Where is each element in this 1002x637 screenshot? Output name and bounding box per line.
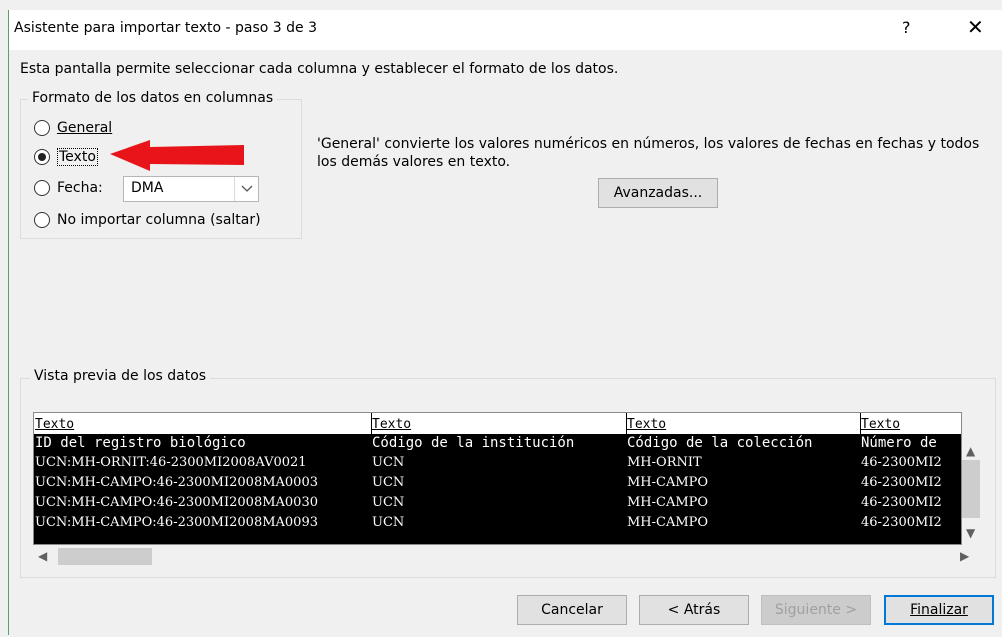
table-cell: 46-2300MI2 [861, 475, 942, 490]
table-cell: MH-CAMPO [627, 475, 709, 490]
vertical-scroll-thumb[interactable] [962, 460, 980, 518]
table-cell: UCN [372, 495, 405, 510]
chevron-down-icon[interactable] [234, 177, 258, 201]
radio-skip[interactable]: No importar columna (saltar) [34, 212, 261, 228]
table-row: UCN:MH-CAMPO:46-2300MI2008MA0003 UCN MH-… [34, 474, 961, 494]
scroll-up-icon[interactable]: ▲ [966, 444, 975, 458]
table-row: ID del registro biológico Código de la i… [34, 434, 961, 454]
radio-texto-circle[interactable] [34, 149, 50, 165]
radio-general-label: General [57, 120, 113, 136]
radio-texto[interactable]: Texto [34, 148, 98, 166]
advanced-button[interactable]: Avanzadas... [598, 178, 718, 208]
table-cell: UCN:MH-ORNIT:46-2300MI2008AV0021 [35, 455, 307, 470]
finish-button-label: Finalizar [910, 602, 968, 618]
radio-fecha-circle[interactable] [34, 180, 50, 196]
table-row: UCN:MH-ORNIT:46-2300MI2008AV0021 UCN MH-… [34, 454, 961, 474]
table-row: UCN:MH-CAMPO:46-2300MI2008MA0030 UCN MH-… [34, 494, 961, 514]
date-format-select[interactable]: DMA [123, 176, 259, 202]
column-header[interactable]: Texto [627, 417, 666, 432]
cancel-button-label: Cancelar [541, 602, 603, 618]
next-button[interactable]: Siguiente > [761, 595, 871, 625]
radio-texto-label: Texto [57, 148, 98, 166]
horizontal-scroll-thumb[interactable] [58, 548, 152, 565]
table-cell: ID del registro biológico [35, 435, 246, 451]
scroll-right-icon[interactable]: ▶ [960, 549, 969, 563]
format-group-title: Formato de los datos en columnas [28, 90, 278, 106]
radio-general-circle[interactable] [34, 120, 50, 136]
table-cell: 46-2300MI2 [861, 495, 942, 510]
column-divider[interactable] [860, 413, 861, 544]
title-bar: Asistente para importar texto - paso 3 d… [9, 10, 1002, 50]
table-cell: UCN:MH-CAMPO:46-2300MI2008MA0003 [35, 475, 318, 490]
radio-general[interactable]: General [34, 120, 112, 136]
table-cell: MH-CAMPO [627, 515, 709, 530]
column-divider[interactable] [626, 413, 627, 544]
column-header[interactable]: Texto [861, 417, 900, 432]
radio-fecha[interactable]: Fecha: [34, 180, 103, 196]
table-cell: UCN [372, 455, 405, 470]
table-cell: UCN:MH-CAMPO:46-2300MI2008MA0093 [35, 515, 318, 530]
date-format-value: DMA [131, 180, 164, 196]
table-cell: Número de [861, 435, 937, 451]
table-cell: UCN [372, 515, 405, 530]
window-title: Asistente para importar texto - paso 3 d… [14, 20, 317, 36]
table-cell: Código de la colección [627, 435, 813, 451]
preview-body: ID del registro biológico Código de la i… [34, 434, 961, 544]
column-header[interactable]: Texto [35, 417, 74, 432]
red-arrow-left-icon [110, 140, 244, 171]
advanced-button-label: Avanzadas... [613, 185, 703, 201]
scroll-left-icon[interactable]: ◀ [38, 549, 47, 563]
table-cell: Código de la institución [372, 435, 575, 451]
cancel-button[interactable]: Cancelar [517, 595, 627, 625]
table-cell: UCN [372, 475, 405, 490]
column-header[interactable]: Texto [372, 417, 411, 432]
table-cell: UCN:MH-CAMPO:46-2300MI2008MA0030 [35, 495, 318, 510]
table-cell: 46-2300MI2 [861, 515, 942, 530]
finish-button[interactable]: Finalizar [884, 595, 994, 625]
table-cell: MH-CAMPO [627, 495, 709, 510]
back-button-label: < Atrás [667, 602, 721, 618]
radio-skip-label: No importar columna (saltar) [57, 212, 261, 228]
table-cell: 46-2300MI2 [861, 455, 942, 470]
radio-fecha-label: Fecha: [57, 180, 103, 196]
horizontal-scrollbar[interactable] [33, 545, 980, 565]
preview-group-title: Vista previa de los datos [30, 368, 211, 384]
table-row: UCN:MH-CAMPO:46-2300MI2008MA0093 UCN MH-… [34, 514, 961, 534]
help-button[interactable]: ? [902, 18, 911, 37]
table-cell: MH-ORNIT [627, 455, 702, 470]
format-note: 'General' convierte los valores numérico… [317, 136, 980, 170]
back-button[interactable]: < Atrás [639, 595, 749, 625]
close-button[interactable]: ✕ [967, 15, 984, 39]
data-preview[interactable]: Texto Texto Texto Texto ID del registro … [33, 412, 962, 545]
scroll-down-icon[interactable]: ▼ [966, 526, 975, 540]
preview-header-row: Texto Texto Texto Texto [34, 413, 961, 434]
description-text: Esta pantalla permite seleccionar cada c… [20, 61, 619, 77]
column-divider[interactable] [371, 413, 372, 544]
next-button-label: Siguiente > [774, 602, 858, 618]
radio-skip-circle[interactable] [34, 212, 50, 228]
